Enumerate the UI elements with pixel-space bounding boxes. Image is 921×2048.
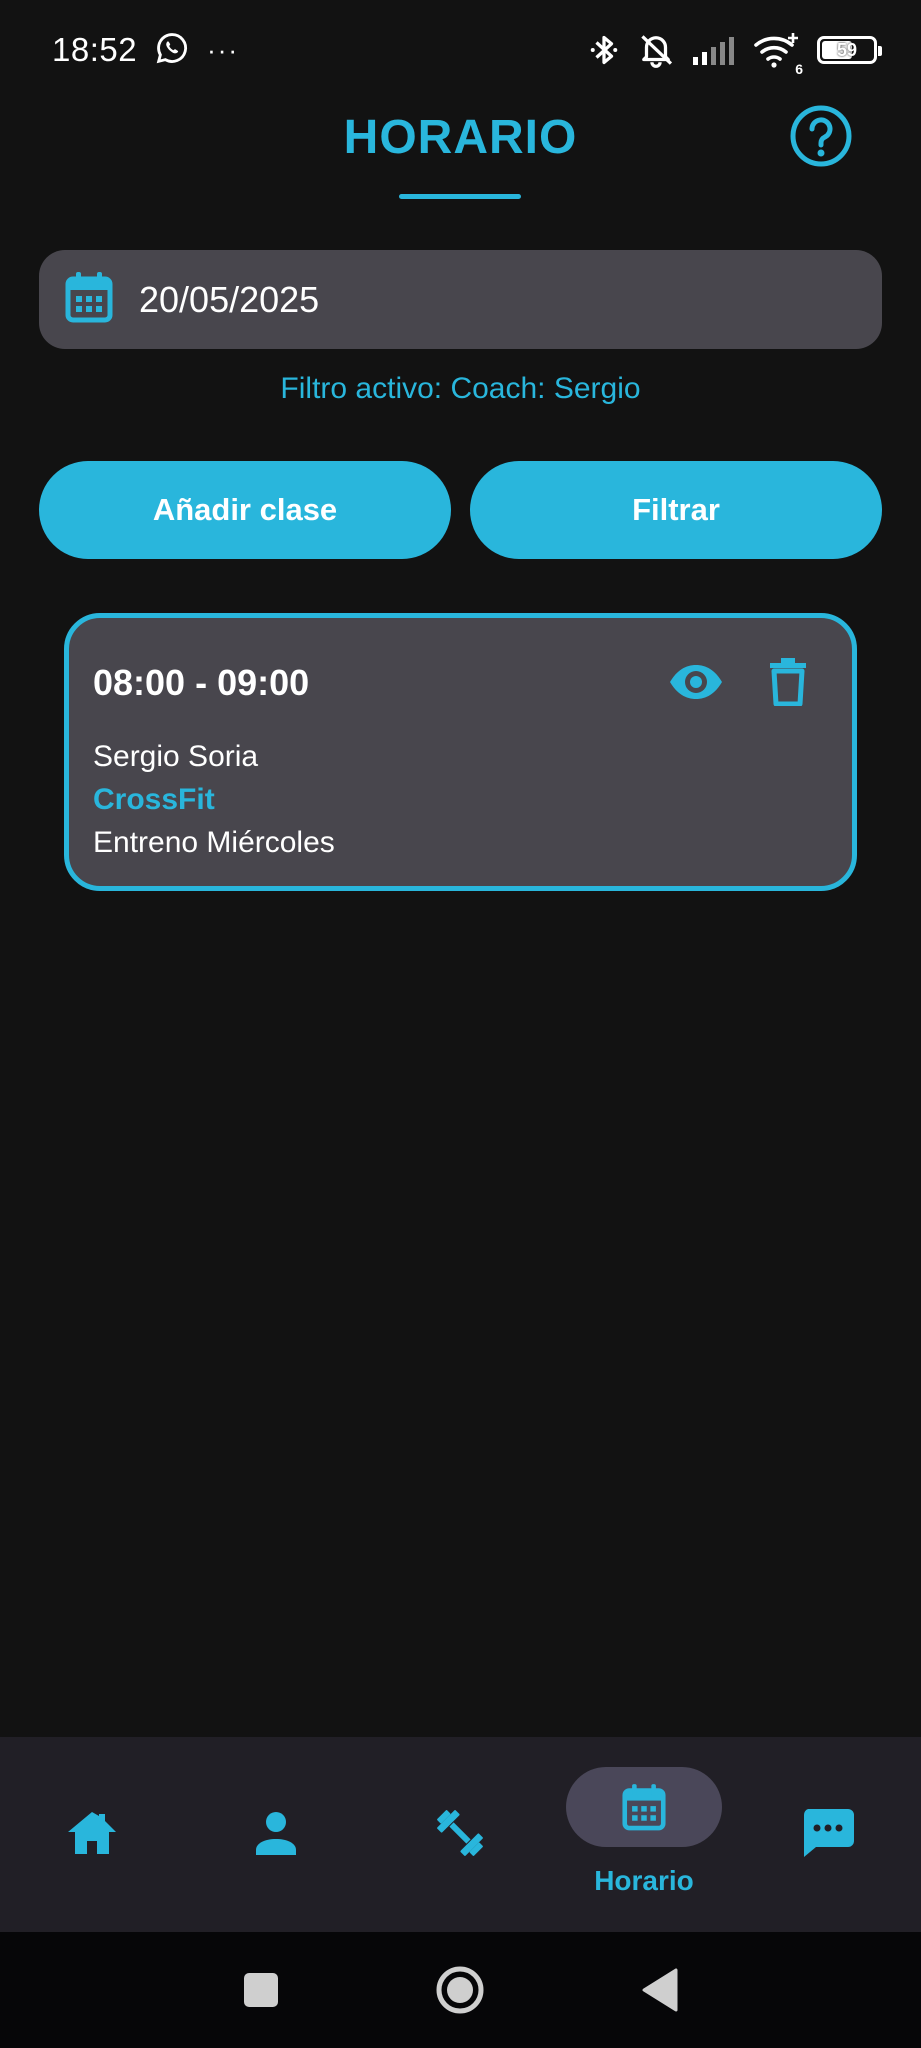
bottom-nav: Horario xyxy=(0,1737,921,1932)
delete-class-button[interactable] xyxy=(760,654,816,710)
page-title: HORARIO xyxy=(343,111,578,164)
add-class-button[interactable]: Añadir clase xyxy=(39,461,451,559)
calendar-icon xyxy=(65,271,113,328)
nav-item-profile[interactable] xyxy=(184,1737,368,1932)
recents-button[interactable] xyxy=(235,1964,287,2016)
wifi-icon: 6 xyxy=(753,31,803,77)
class-name: Entreno Miércoles xyxy=(93,826,335,859)
bluetooth-icon xyxy=(589,32,619,68)
nav-item-horario[interactable]: Horario xyxy=(552,1737,736,1932)
bell-off-icon xyxy=(637,32,675,68)
nav-item-training[interactable] xyxy=(368,1737,552,1932)
date-value: 20/05/2025 xyxy=(139,278,320,320)
signal-icon xyxy=(693,35,735,65)
square-icon xyxy=(244,1973,278,2007)
trash-icon xyxy=(770,658,806,706)
status-right: 6 59 xyxy=(589,31,882,77)
nav-label-horario: Horario xyxy=(594,1865,694,1896)
eye-icon xyxy=(670,665,722,699)
status-bar: 18:52 ··· 6 59 xyxy=(0,0,921,100)
system-nav xyxy=(0,1932,921,2048)
view-class-button[interactable] xyxy=(668,654,724,710)
home-icon xyxy=(14,1793,170,1873)
date-field[interactable]: 20/05/2025 xyxy=(39,250,882,349)
wifi-sub-label: 6 xyxy=(795,61,803,77)
class-time: 08:00 - 09:00 xyxy=(93,662,310,703)
circle-icon xyxy=(436,1966,484,2014)
back-triangle-icon xyxy=(642,1968,678,2012)
filter-button[interactable]: Filtrar xyxy=(470,461,882,559)
class-card[interactable]: 08:00 - 09:00 Sergio Soria CrossFit Entr… xyxy=(64,613,857,891)
home-system-button[interactable] xyxy=(434,1964,486,2016)
chat-icon xyxy=(750,1793,906,1873)
class-coach: Sergio Soria xyxy=(93,740,259,773)
status-left: 18:52 ··· xyxy=(52,31,239,70)
person-icon xyxy=(198,1793,354,1873)
title-underline xyxy=(399,194,521,199)
filter-status: Filtro activo: Coach: Sergio xyxy=(280,372,641,405)
header: HORARIO xyxy=(0,100,921,210)
nav-item-chat[interactable] xyxy=(736,1737,920,1932)
help-circle-icon xyxy=(790,105,852,167)
battery-icon: 59 xyxy=(817,36,882,64)
class-type: CrossFit xyxy=(93,783,215,816)
status-time: 18:52 xyxy=(52,31,138,68)
whatsapp-icon xyxy=(155,31,189,70)
card-actions xyxy=(668,654,816,710)
nav-item-home[interactable] xyxy=(0,1737,184,1932)
calendar-icon xyxy=(566,1767,722,1847)
back-button[interactable] xyxy=(634,1964,686,2016)
more-notifications-icon: ··· xyxy=(207,34,240,65)
dumbbell-icon xyxy=(382,1793,538,1873)
battery-level: 59 xyxy=(836,39,858,60)
help-button[interactable] xyxy=(789,104,853,168)
